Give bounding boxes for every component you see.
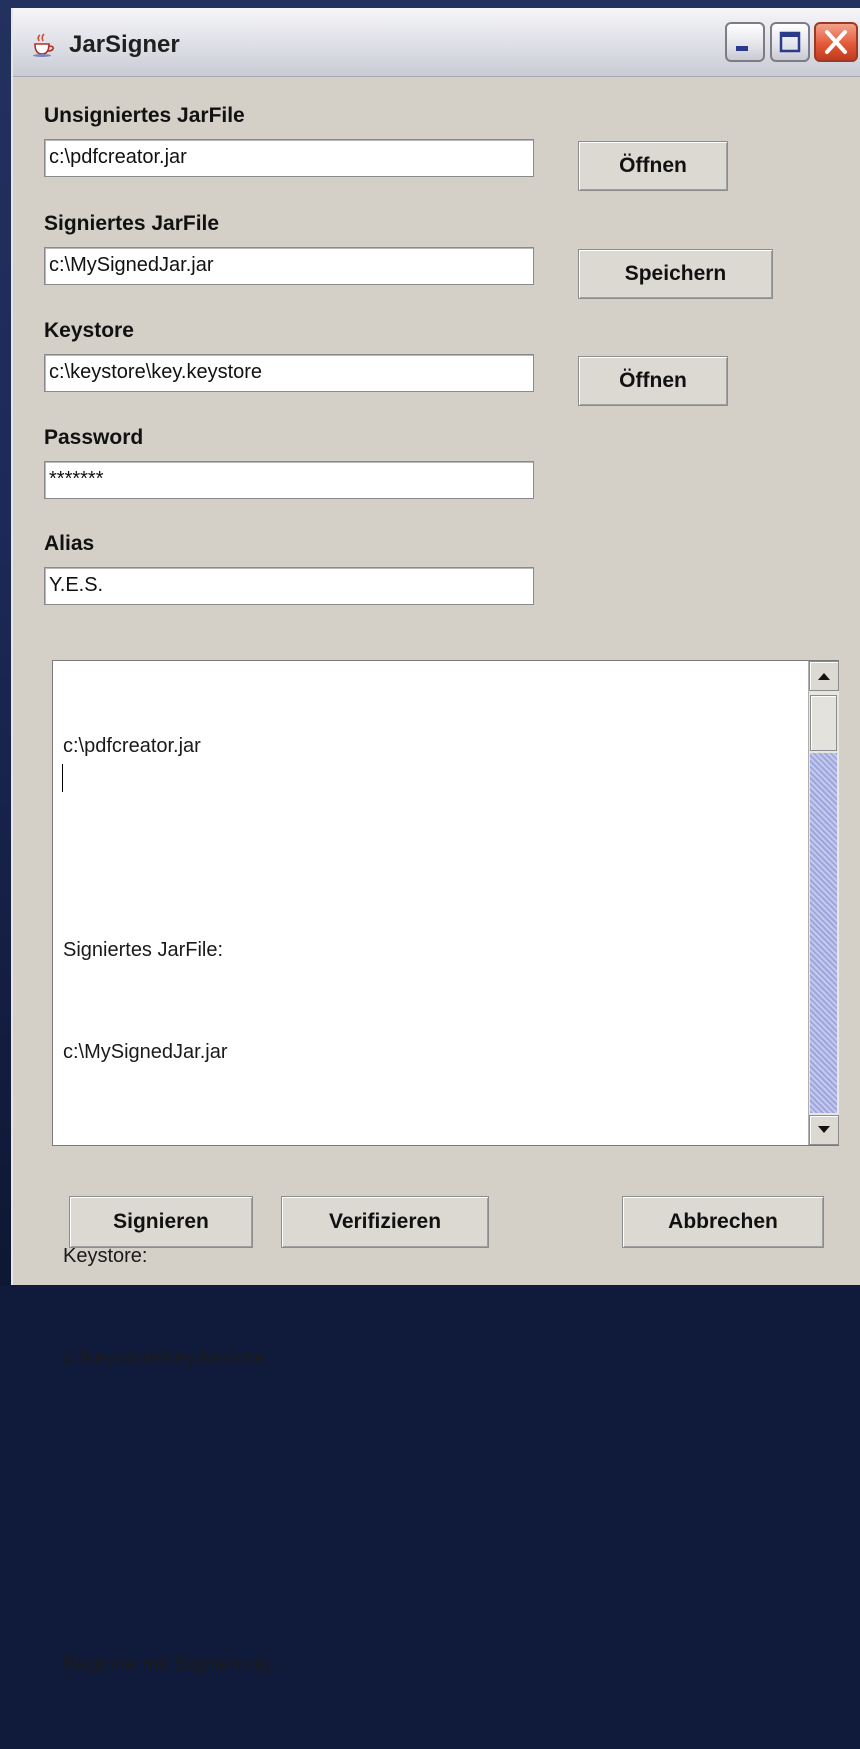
java-cup-icon xyxy=(33,33,54,57)
log-textarea[interactable]: c:\pdfcreator.jar Signiertes JarFile: c:… xyxy=(52,660,839,1675)
open-unsigned-button[interactable]: Öffnen xyxy=(578,141,728,191)
password-input[interactable]: ******* xyxy=(44,461,534,499)
open-keystore-button[interactable]: Öffnen xyxy=(578,356,728,406)
save-signed-button[interactable]: Speichern xyxy=(578,249,773,299)
password-label: Password xyxy=(44,426,144,449)
sign-button[interactable]: Signieren xyxy=(69,1196,253,1248)
log-line: Signiertes JarFile: xyxy=(63,939,224,961)
cancel-button[interactable]: Abbrechen xyxy=(622,1196,824,1248)
alias-input[interactable]: Y.E.S. xyxy=(44,567,534,605)
unsigned-jar-label: Unsigniertes JarFile xyxy=(44,104,245,127)
minimize-button[interactable] xyxy=(725,22,765,62)
maximize-button[interactable] xyxy=(770,22,810,62)
verify-button[interactable]: Verifizieren xyxy=(281,1196,489,1248)
scroll-track[interactable] xyxy=(810,753,837,1113)
log-line: Beginne mit Signierung... xyxy=(63,1653,287,1675)
scroll-thumb[interactable] xyxy=(810,695,837,751)
close-button[interactable] xyxy=(814,22,858,62)
keystore-label: Keystore xyxy=(44,319,134,342)
log-scrollbar[interactable] xyxy=(808,661,839,1145)
signed-jar-label: Signiertes JarFile xyxy=(44,212,220,235)
jarsigner-window: JarSigner Unsigniertes JarFile c:\pdfcre… xyxy=(11,8,860,1675)
maximize-icon xyxy=(779,31,801,53)
log-line: c:\MySignedJar.jar xyxy=(63,1041,228,1063)
unsigned-jar-input[interactable]: c:\pdfcreator.jar xyxy=(44,139,534,177)
arrow-up-icon xyxy=(818,673,830,680)
title-bar[interactable]: JarSigner xyxy=(13,8,860,77)
scroll-down-button[interactable] xyxy=(809,1115,839,1145)
window-title: JarSigner xyxy=(69,31,180,58)
minimize-icon xyxy=(736,46,748,51)
text-caret xyxy=(62,764,63,792)
arrow-down-icon xyxy=(818,1126,830,1133)
keystore-input[interactable]: c:\keystore\key.keystore xyxy=(44,354,534,392)
scroll-up-button[interactable] xyxy=(809,661,839,691)
signed-jar-input[interactable]: c:\MySignedJar.jar xyxy=(44,247,534,285)
close-icon xyxy=(825,30,847,54)
log-line: c:\pdfcreator.jar xyxy=(63,735,201,757)
alias-label: Alias xyxy=(44,532,95,555)
log-line: c:\keystore\key.kestore xyxy=(63,1347,267,1369)
